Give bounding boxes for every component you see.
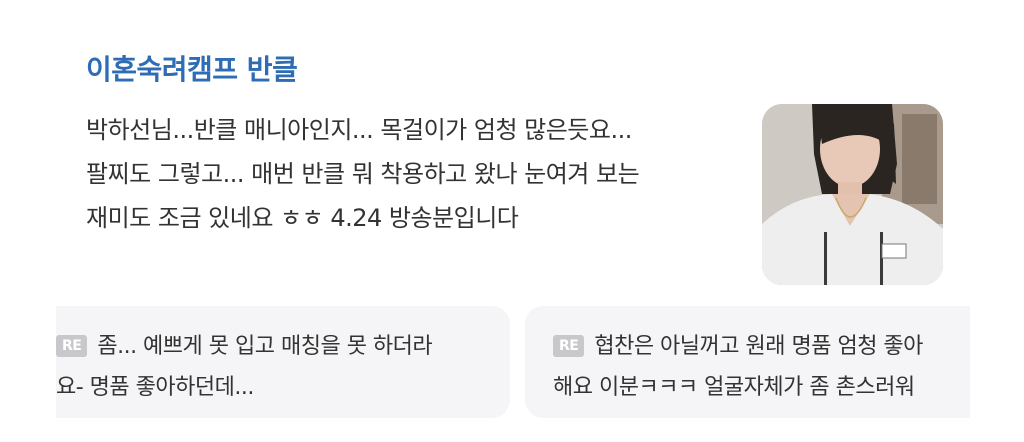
comment-card[interactable]: RE 좀... 예쁘게 못 입고 매칭을 못 하더라 요- 명품 좋아하던데... (56, 306, 510, 418)
comment-text: 협찬은 아닐꺼고 원래 명품 엄청 좋아 (594, 334, 923, 359)
post-excerpt[interactable]: 박하선님...반클 매니아인지... 목걸이가 엄청 많은듯요... 팔찌도 그… (86, 108, 746, 240)
comment-text: 해요 이분ㅋㅋㅋ 얼굴자체가 좀 촌스러워 (553, 375, 915, 400)
post-excerpt-line: 팔찌도 그렇고... 매번 반클 뭐 착용하고 왔나 눈여겨 보는 (86, 160, 640, 188)
comment-text: 좀... 예쁘게 못 입고 매칭을 못 하더라 (97, 334, 433, 359)
re-badge: RE (553, 335, 585, 357)
comment-card[interactable]: RE 협찬은 아닐꺼고 원래 명품 엄청 좋아 해요 이분ㅋㅋㅋ 얼굴자체가 좀 … (525, 306, 970, 418)
post-thumbnail[interactable] (762, 104, 943, 285)
comment-text: 요- 명품 좋아하던데... (56, 375, 254, 400)
comment-carousel[interactable]: RE 좀... 예쁘게 못 입고 매칭을 못 하더라 요- 명품 좋아하던데...… (56, 306, 970, 418)
post-excerpt-line: 박하선님...반클 매니아인지... 목걸이가 엄청 많은듯요... (86, 116, 632, 144)
post-thumbnail-image (762, 104, 943, 285)
post-excerpt-line: 재미도 조금 있네요 ㅎㅎ 4.24 방송분입니다 (86, 204, 519, 232)
post-title[interactable]: 이혼숙려캠프 반클 (86, 48, 298, 88)
re-badge: RE (56, 335, 88, 357)
